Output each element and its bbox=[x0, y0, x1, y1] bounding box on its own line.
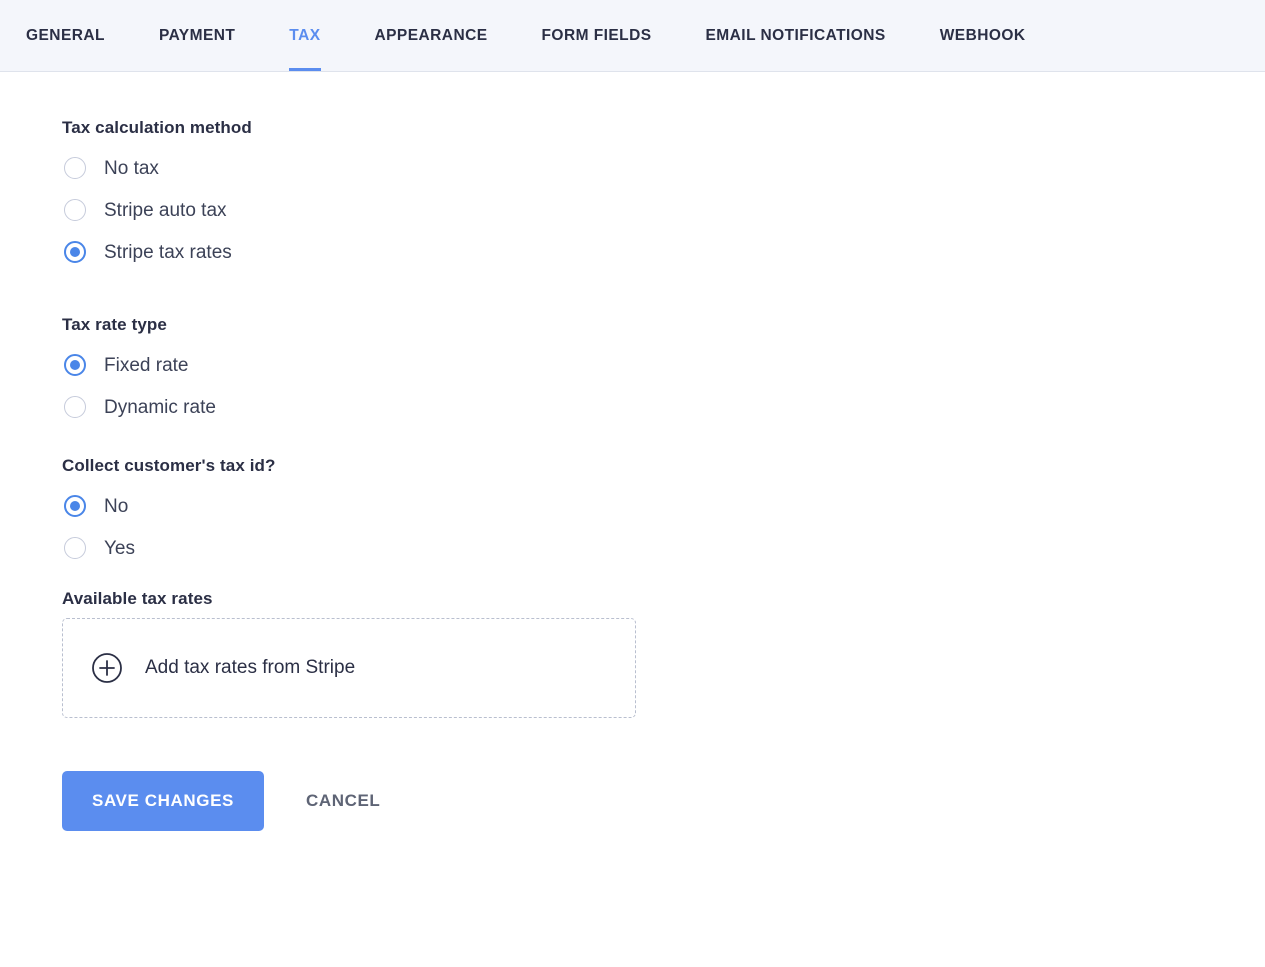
tab-label: APPEARANCE bbox=[374, 26, 488, 44]
tab-label: EMAIL NOTIFICATIONS bbox=[705, 26, 886, 44]
tax-calculation-method-heading: Tax calculation method bbox=[62, 118, 252, 137]
tax-rate-type-heading: Tax rate type bbox=[62, 315, 167, 334]
radio-icon-selected[interactable] bbox=[64, 495, 86, 517]
tab-appearance[interactable]: APPEARANCE bbox=[375, 0, 488, 71]
plus-circle-icon bbox=[92, 653, 122, 683]
radio-option-stripe-tax-rates[interactable]: Stripe tax rates bbox=[62, 231, 1265, 273]
radio-option-no-tax[interactable]: No tax bbox=[62, 147, 1265, 189]
tab-form-fields[interactable]: FORM FIELDS bbox=[542, 0, 652, 71]
collect-tax-id-heading: Collect customer's tax id? bbox=[62, 456, 276, 475]
add-tax-rates-dropzone[interactable]: Add tax rates from Stripe bbox=[62, 618, 636, 718]
radio-label: Fixed rate bbox=[104, 354, 189, 376]
settings-tab-bar: GENERAL PAYMENT TAX APPEARANCE FORM FIEL… bbox=[0, 0, 1265, 72]
tab-general[interactable]: GENERAL bbox=[26, 0, 105, 71]
radio-icon[interactable] bbox=[64, 396, 86, 418]
add-tax-rates-label: Add tax rates from Stripe bbox=[145, 657, 356, 678]
tab-label: WEBHOOK bbox=[939, 26, 1026, 44]
radio-option-dynamic-rate[interactable]: Dynamic rate bbox=[62, 386, 1265, 428]
cancel-button[interactable]: CANCEL bbox=[306, 791, 380, 811]
radio-icon-selected[interactable] bbox=[64, 354, 86, 376]
tab-webhook[interactable]: WEBHOOK bbox=[940, 0, 1026, 71]
collect-tax-id-group: Collect customer's tax id? No Yes bbox=[62, 456, 1265, 569]
tab-label: GENERAL bbox=[26, 26, 105, 44]
available-tax-rates-group: Available tax rates Add tax rates from S… bbox=[62, 589, 1265, 718]
radio-option-no[interactable]: No bbox=[62, 485, 1265, 527]
form-actions: SAVE CHANGES CANCEL bbox=[62, 771, 1265, 831]
tab-payment[interactable]: PAYMENT bbox=[159, 0, 235, 71]
tax-calculation-method-options: No tax Stripe auto tax Stripe tax rates bbox=[62, 147, 1265, 273]
save-changes-button[interactable]: SAVE CHANGES bbox=[62, 771, 264, 831]
radio-icon[interactable] bbox=[64, 199, 86, 221]
tax-calculation-method-group: Tax calculation method No tax Stripe aut… bbox=[62, 118, 1265, 273]
tab-label: PAYMENT bbox=[158, 26, 236, 44]
radio-label: No tax bbox=[104, 157, 159, 179]
radio-icon[interactable] bbox=[64, 537, 86, 559]
radio-label: Stripe auto tax bbox=[104, 199, 227, 221]
tax-rate-type-group: Tax rate type Fixed rate Dynamic rate bbox=[62, 315, 1265, 428]
tab-label: FORM FIELDS bbox=[541, 26, 652, 44]
tab-tax[interactable]: TAX bbox=[289, 0, 321, 71]
radio-option-fixed-rate[interactable]: Fixed rate bbox=[62, 344, 1265, 386]
radio-label: Yes bbox=[104, 537, 135, 559]
radio-icon-selected[interactable] bbox=[64, 241, 86, 263]
tab-label: TAX bbox=[289, 26, 321, 44]
radio-label: No bbox=[104, 495, 129, 517]
radio-label: Stripe tax rates bbox=[104, 241, 232, 263]
radio-label: Dynamic rate bbox=[104, 396, 216, 418]
radio-icon[interactable] bbox=[64, 157, 86, 179]
radio-option-yes[interactable]: Yes bbox=[62, 527, 1265, 569]
tab-email-notifications[interactable]: EMAIL NOTIFICATIONS bbox=[706, 0, 886, 71]
collect-tax-id-options: No Yes bbox=[62, 485, 1265, 569]
available-tax-rates-heading: Available tax rates bbox=[62, 589, 213, 608]
tax-rate-type-options: Fixed rate Dynamic rate bbox=[62, 344, 1265, 428]
radio-option-stripe-auto-tax[interactable]: Stripe auto tax bbox=[62, 189, 1265, 231]
tax-settings-panel: Tax calculation method No tax Stripe aut… bbox=[0, 72, 1265, 831]
